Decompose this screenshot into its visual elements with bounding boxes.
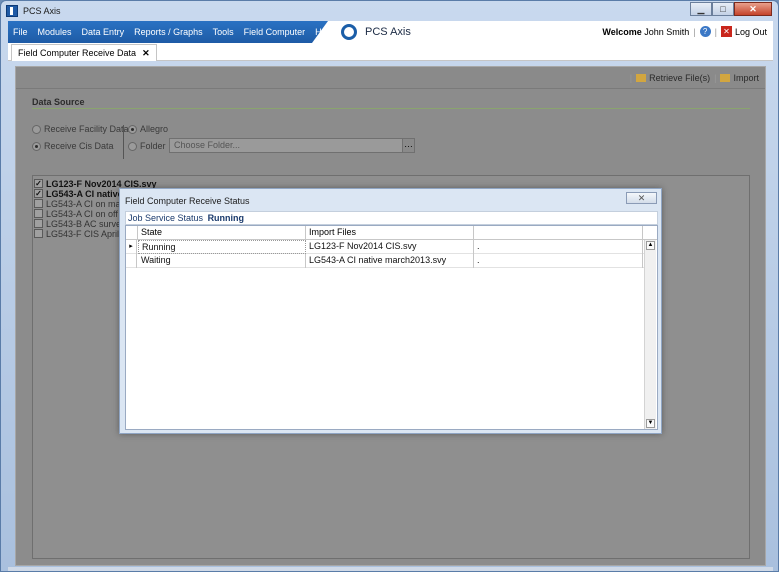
- grid-header: State Import Files: [126, 226, 657, 240]
- tab-field-computer-receive-data[interactable]: Field Computer Receive Data ✕: [11, 44, 157, 61]
- radio-allegro[interactable]: Allegro: [128, 124, 168, 134]
- radio-label: Allegro: [140, 124, 169, 134]
- window-controls: ▁ □ ✕: [690, 2, 772, 16]
- checkbox-icon[interactable]: [34, 199, 43, 208]
- dialog-close-button[interactable]: ✕: [626, 192, 657, 204]
- welcome-label: Welcome: [602, 26, 642, 37]
- window-title: PCS Axis: [23, 6, 61, 16]
- status-bar: [8, 567, 773, 571]
- logout-icon[interactable]: ✕: [720, 26, 732, 37]
- tab-label: Field Computer Receive Data: [18, 48, 137, 58]
- table-row[interactable]: Waiting LG543-A CI native march2013.svy …: [126, 254, 645, 268]
- file-name: LG543-A CI on marc: [46, 198, 129, 209]
- dialog-title: Field Computer Receive Status: [125, 196, 250, 206]
- radio-label: Folder: [140, 141, 166, 151]
- scroll-down-icon[interactable]: ▼: [646, 419, 655, 428]
- col-state[interactable]: State: [138, 226, 306, 240]
- status-grid: State Import Files ▸ Running LG123-F Nov…: [125, 225, 658, 430]
- tab-strip: Field Computer Receive Data ✕: [8, 43, 773, 61]
- cell-import-file[interactable]: LG123-F Nov2014 CIS.svy: [306, 240, 474, 254]
- radio-icon: [128, 141, 137, 151]
- menu-help[interactable]: Help: [315, 27, 334, 37]
- radio-selected-icon: [128, 124, 137, 134]
- app-window: PCS Axis ▁ □ ✕ File Modules Data Entry R…: [0, 0, 779, 572]
- row-header-column: [126, 226, 138, 240]
- menu-data-entry[interactable]: Data Entry: [82, 27, 125, 37]
- menu-field-computer[interactable]: Field Computer: [244, 27, 306, 37]
- data-source-title: Data Source: [32, 97, 85, 107]
- file-name: LG123-F Nov2014 CIS.svy: [46, 178, 157, 189]
- user-area: Welcome John Smith | ? | ✕ Log Out: [602, 26, 767, 37]
- status-label: Job Service Status: [128, 213, 204, 223]
- status-value: Running: [207, 213, 245, 223]
- col-extra[interactable]: [474, 226, 643, 240]
- app-icon: [6, 5, 18, 17]
- radio-selected-icon: [32, 141, 41, 151]
- radio-label: Receive Cis Data: [44, 141, 114, 151]
- radio-icon: [32, 124, 41, 134]
- radio-label: Receive Facility Data: [44, 124, 129, 134]
- radio-receive-cis[interactable]: Receive Cis Data: [32, 141, 114, 151]
- receive-status-dialog: Field Computer Receive Status ✕ Job Serv…: [119, 188, 662, 434]
- menu-file[interactable]: File: [13, 27, 28, 37]
- file-name: LG543-F CIS April20: [46, 228, 130, 239]
- cell-import-file[interactable]: LG543-A CI native march2013.svy: [306, 254, 474, 268]
- maximize-button[interactable]: □: [712, 2, 734, 16]
- list-item[interactable]: LG543-F CIS April20: [34, 228, 129, 239]
- vertical-scrollbar[interactable]: ▲ ▼: [644, 240, 656, 429]
- scroll-up-icon[interactable]: ▲: [646, 241, 655, 250]
- gear-logo-icon: [341, 24, 357, 40]
- folder-browse-button[interactable]: …: [402, 139, 414, 152]
- brand: PCS Axis: [341, 24, 411, 40]
- cell-state[interactable]: Waiting: [138, 254, 306, 268]
- job-service-status: Job Service Status Running: [125, 211, 658, 225]
- checkbox-checked-icon[interactable]: ✓: [34, 189, 43, 198]
- section-divider: [32, 108, 750, 109]
- tab-close-icon[interactable]: ✕: [142, 48, 150, 59]
- brand-name: PCS Axis: [365, 26, 411, 38]
- main-menu: File Modules Data Entry Reports / Graphs…: [13, 21, 344, 43]
- row-header: [126, 254, 137, 268]
- checkbox-checked-icon[interactable]: ✓: [34, 179, 43, 188]
- current-row-icon: ▸: [126, 240, 137, 254]
- menu-tools[interactable]: Tools: [213, 27, 234, 37]
- option-separator: [123, 125, 124, 159]
- folder-input[interactable]: Choose Folder...: [169, 138, 415, 153]
- title-bar: PCS Axis ▁ □ ✕: [1, 1, 778, 21]
- retrieve-files-button[interactable]: Retrieve File(s): [649, 73, 710, 83]
- file-name: LG543-B AC survey: [46, 218, 126, 229]
- help-icon[interactable]: ?: [699, 26, 711, 37]
- menu-modules[interactable]: Modules: [38, 27, 72, 37]
- radio-folder[interactable]: Folder: [128, 141, 166, 151]
- minimize-button[interactable]: ▁: [690, 2, 712, 16]
- menu-bar: File Modules Data Entry Reports / Graphs…: [8, 21, 773, 43]
- file-name: LG543-A CI native: [46, 188, 123, 199]
- import-icon: [720, 73, 731, 82]
- cell-extra[interactable]: .: [474, 240, 643, 254]
- logout-link[interactable]: Log Out: [735, 27, 767, 37]
- import-button[interactable]: Import: [733, 73, 759, 83]
- col-import-files[interactable]: Import Files: [306, 226, 474, 240]
- checkbox-icon[interactable]: [34, 209, 43, 218]
- cell-state[interactable]: Running: [138, 240, 306, 254]
- cell-extra[interactable]: .: [474, 254, 643, 268]
- action-toolbar: | Retrieve File(s) | Import: [16, 67, 765, 89]
- checkbox-icon[interactable]: [34, 219, 43, 228]
- checkbox-icon[interactable]: [34, 229, 43, 238]
- folder-icon: [636, 73, 647, 82]
- table-row[interactable]: ▸ Running LG123-F Nov2014 CIS.svy .: [126, 240, 645, 254]
- menu-reports-graphs[interactable]: Reports / Graphs: [134, 27, 203, 37]
- close-window-button[interactable]: ✕: [734, 2, 772, 16]
- user-name: John Smith: [644, 26, 690, 37]
- radio-receive-facility[interactable]: Receive Facility Data: [32, 124, 129, 134]
- file-name: LG543-A CI on off m: [46, 208, 128, 219]
